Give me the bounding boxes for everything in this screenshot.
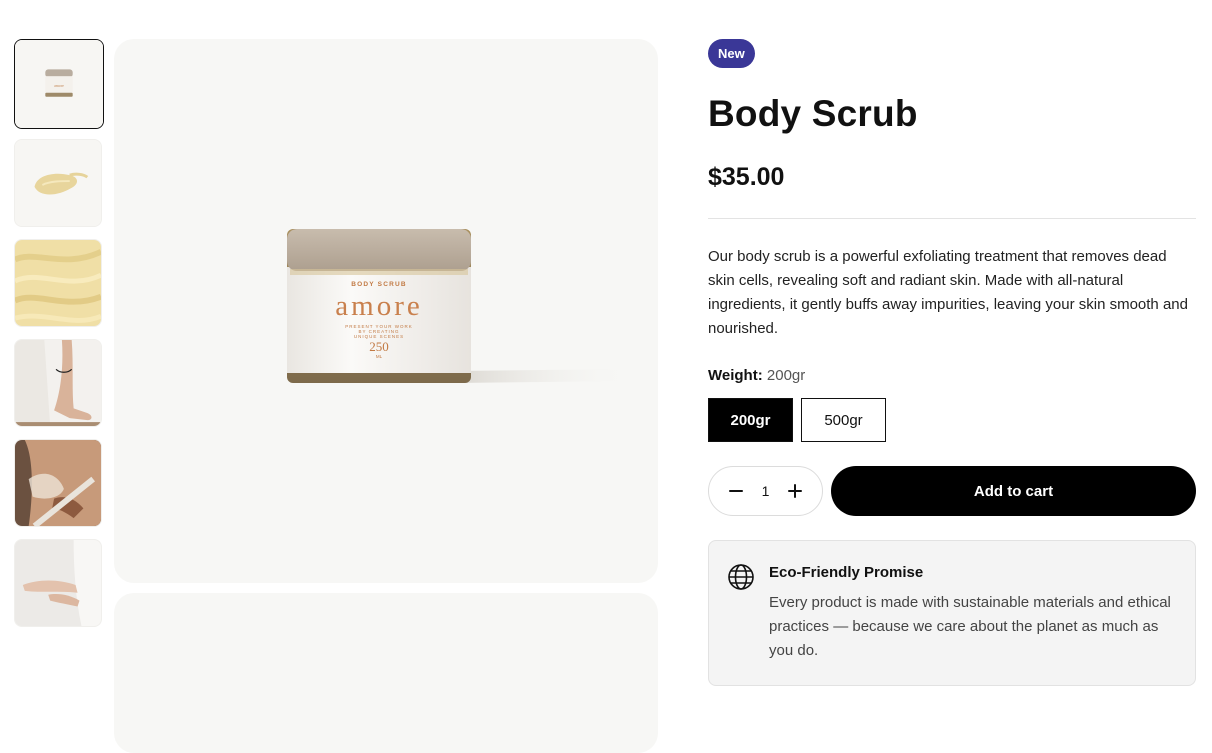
weight-option-200gr[interactable]: 200gr xyxy=(708,398,793,442)
product-price: $35.00 xyxy=(708,163,785,191)
product-info: New Body Scrub $35.00 Our body scrub is … xyxy=(708,39,1196,686)
new-badge: New xyxy=(708,39,755,68)
quantity-stepper: 1 xyxy=(708,466,823,516)
eco-content: Eco-Friendly Promise Every product is ma… xyxy=(769,561,1175,665)
scrub-texture-image xyxy=(15,240,101,326)
svg-text:amore: amore xyxy=(54,84,64,88)
jar-top-label: BODY SCRUB xyxy=(351,281,407,288)
jar-thumbnail-image: amore xyxy=(15,40,103,128)
thumbnail-swatch[interactable] xyxy=(14,139,102,227)
jar-brand: amore xyxy=(335,290,423,322)
thumbnail-texture[interactable] xyxy=(14,239,102,327)
jar-size: 250 xyxy=(369,339,389,354)
weight-row: Weight: 200gr xyxy=(708,367,1196,384)
leg-model-image xyxy=(15,340,101,426)
divider xyxy=(708,218,1196,219)
minus-icon[interactable] xyxy=(723,478,749,504)
weight-value: 200gr xyxy=(766,367,806,384)
secondary-product-image xyxy=(114,593,658,753)
jar-label: BODY SCRUB amore PRESENT YOUR WORK BY CR… xyxy=(287,281,471,359)
thumbnail-back[interactable] xyxy=(14,439,102,527)
eco-title: Eco-Friendly Promise xyxy=(769,564,924,581)
weight-option-500gr[interactable]: 500gr xyxy=(801,398,886,442)
hands-model-image xyxy=(15,540,101,626)
eco-promise-panel: Eco-Friendly Promise Every product is ma… xyxy=(708,540,1196,686)
product-description: Our body scrub is a powerful exfoliating… xyxy=(708,248,1188,337)
eco-text: Every product is made with sustainable m… xyxy=(769,594,1171,659)
thumbnail-hands[interactable] xyxy=(14,539,102,627)
weight-options: 200gr 500gr xyxy=(708,398,1196,442)
product-title: Body Scrub xyxy=(708,93,918,134)
main-product-image: BODY SCRUB amore PRESENT YOUR WORK BY CR… xyxy=(114,39,658,583)
thumbnail-leg[interactable] xyxy=(14,339,102,427)
thumbnail-list: amore xyxy=(14,39,104,639)
quantity-value[interactable]: 1 xyxy=(762,483,770,499)
weight-label: Weight: xyxy=(708,367,763,384)
thumbnail-jar[interactable]: amore xyxy=(14,39,104,129)
scrub-swatch-image xyxy=(15,140,101,226)
cart-row: 1 Add to cart xyxy=(708,466,1196,516)
plus-icon[interactable] xyxy=(782,478,808,504)
add-to-cart-button[interactable]: Add to cart xyxy=(831,466,1196,516)
back-model-image xyxy=(15,440,101,526)
globe-icon xyxy=(727,563,755,591)
jar-size-unit: ML xyxy=(375,354,383,359)
